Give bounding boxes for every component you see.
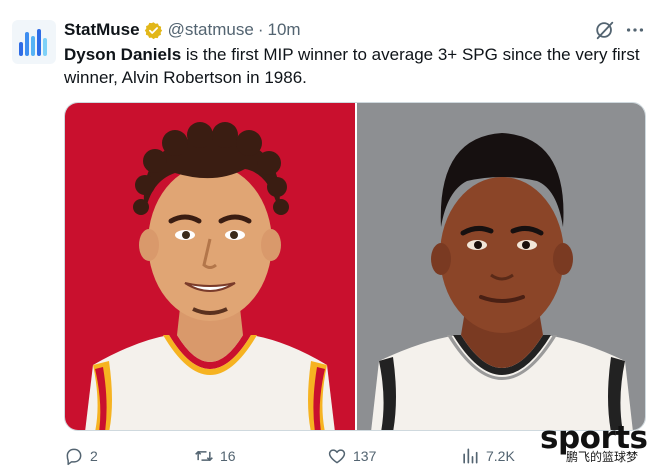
- verified-badge-icon[interactable]: [144, 21, 163, 40]
- reply-button[interactable]: 2: [64, 445, 98, 467]
- media-image-dyson-daniels[interactable]: [65, 103, 355, 430]
- like-icon: [328, 449, 346, 464]
- watermark-sub: 鹏飞的篮球梦: [566, 450, 639, 464]
- views-count: 7.2K: [486, 448, 515, 464]
- more-icon[interactable]: [624, 19, 646, 41]
- repost-count: 16: [220, 448, 236, 464]
- repost-button[interactable]: 16: [194, 445, 236, 467]
- display-name[interactable]: StatMuse: [64, 20, 140, 40]
- views-button[interactable]: 7.2K: [460, 445, 515, 467]
- avatar[interactable]: [12, 20, 56, 64]
- reply-icon: [66, 448, 82, 466]
- player-illustration-left: [85, 122, 335, 430]
- separator-dot: ·: [257, 20, 264, 39]
- tweet-text: Dyson Daniels is the first MIP winner to…: [64, 43, 654, 89]
- views-icon: [463, 448, 478, 464]
- timestamp[interactable]: 10m: [267, 20, 300, 40]
- grok-icon[interactable]: [594, 19, 616, 41]
- tweet-media[interactable]: [64, 102, 646, 431]
- tweet-header: StatMuse @statmuse · 10m: [64, 18, 301, 42]
- like-button[interactable]: 137: [327, 445, 376, 467]
- repost-icon: [195, 451, 213, 461]
- statmuse-logo-icon: [19, 29, 47, 56]
- tweet-text-bold: Dyson Daniels: [64, 45, 182, 64]
- like-count: 137: [353, 448, 377, 464]
- player-illustration-right: [371, 133, 633, 430]
- handle[interactable]: @statmuse: [168, 20, 254, 40]
- reply-count: 2: [90, 448, 98, 464]
- media-image-alvin-robertson[interactable]: [357, 103, 645, 430]
- tweet: StatMuse @statmuse · 10m Dyson Daniels i…: [0, 0, 660, 471]
